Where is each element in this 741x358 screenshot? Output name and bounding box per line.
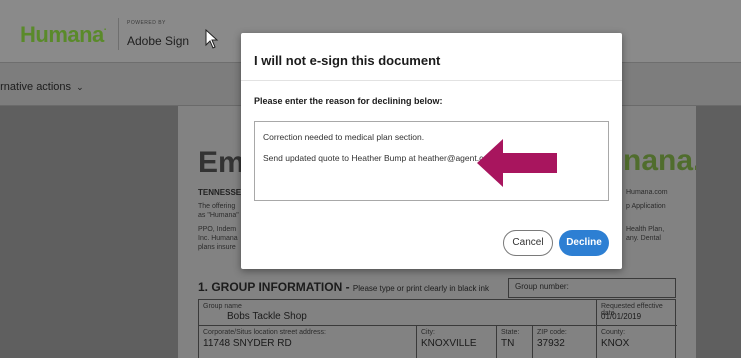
city-label: City: (421, 329, 435, 336)
chevron-down-icon: ⌄ (76, 82, 84, 92)
decline-dialog: I will not e-sign this document Please e… (241, 33, 622, 269)
city-value: KNOXVILLE (421, 338, 477, 349)
dialog-divider (241, 80, 622, 81)
mouse-cursor-icon (205, 29, 219, 49)
document-text-line: any. Dental (626, 235, 661, 242)
section-subtitle: Please type or print clearly in black in… (352, 284, 489, 293)
decline-button[interactable]: Decline (559, 230, 609, 256)
document-text-line: Inc. Humana (198, 235, 238, 242)
document-text-line: plans insure (198, 244, 236, 251)
effective-date-field[interactable]: Requested effective date 01/01/2019 (597, 300, 677, 326)
group-name-field[interactable]: Group name Bobs Tackle Shop (199, 300, 597, 326)
group-name-label: Group name (203, 303, 242, 310)
address-label: Corporate/Situs location street address: (203, 329, 326, 336)
document-text-line: p Application (626, 203, 666, 210)
address-value: 11748 SNYDER RD (203, 338, 292, 349)
section-title: 1. GROUP INFORMATION - (198, 280, 350, 294)
county-label: County: (601, 329, 626, 336)
humana-logo: Humana. (20, 22, 107, 47)
address-field[interactable]: Corporate/Situs location street address:… (199, 326, 417, 358)
county-value: KNOX (601, 338, 630, 349)
zip-field[interactable]: ZIP code: 37932 (533, 326, 597, 358)
powered-by-label: POWERED BY (127, 20, 166, 26)
group-number-field[interactable]: Group number: (508, 278, 676, 298)
logo-text: Humana (20, 22, 104, 47)
cancel-button[interactable]: Cancel (503, 230, 553, 256)
zip-value: 37932 (537, 338, 565, 349)
state-label: State: (501, 329, 520, 336)
dialog-title: I will not e-sign this document (254, 53, 441, 68)
alternative-actions-label: ernative actions (0, 81, 72, 93)
state-value: TN (501, 338, 515, 349)
county-field[interactable]: County: KNOX (597, 326, 677, 358)
reason-text-line: Correction needed to medical plan sectio… (263, 132, 425, 142)
dialog-prompt: Please enter the reason for declining be… (254, 96, 443, 106)
document-text-line: Health Plan, (626, 226, 665, 233)
group-number-label: Group number: (515, 282, 569, 291)
effective-date-value: 01/01/2019 (601, 312, 642, 321)
document-state: TENNESSEE (198, 188, 247, 197)
reason-text-line: Send updated quote to Heather Bump at he… (263, 153, 496, 163)
annotation-arrow-icon (477, 139, 557, 187)
section-heading: 1. GROUP INFORMATION - Please type or pr… (198, 280, 489, 294)
document-brand: nana. (623, 144, 696, 177)
group-information-table: Group name Bobs Tackle Shop Requested ef… (198, 299, 677, 358)
powered-by-adobe-sign: POWERED BY Adobe Sign (118, 18, 189, 50)
group-name-value: Bobs Tackle Shop (227, 311, 307, 322)
document-text-line: PPO, Indem (198, 226, 237, 233)
city-field[interactable]: City: KNOXVILLE (417, 326, 497, 358)
alternative-actions-menu[interactable]: ernative actions ⌄ (0, 81, 84, 93)
zip-label: ZIP code: (537, 329, 567, 336)
adobe-sign-label: Adobe Sign (127, 34, 190, 48)
document-text-line: Humana.com (626, 189, 668, 196)
document-text-line: as "Humana" (198, 212, 239, 219)
document-text-line: The offering (198, 203, 236, 210)
state-field[interactable]: State: TN (497, 326, 533, 358)
